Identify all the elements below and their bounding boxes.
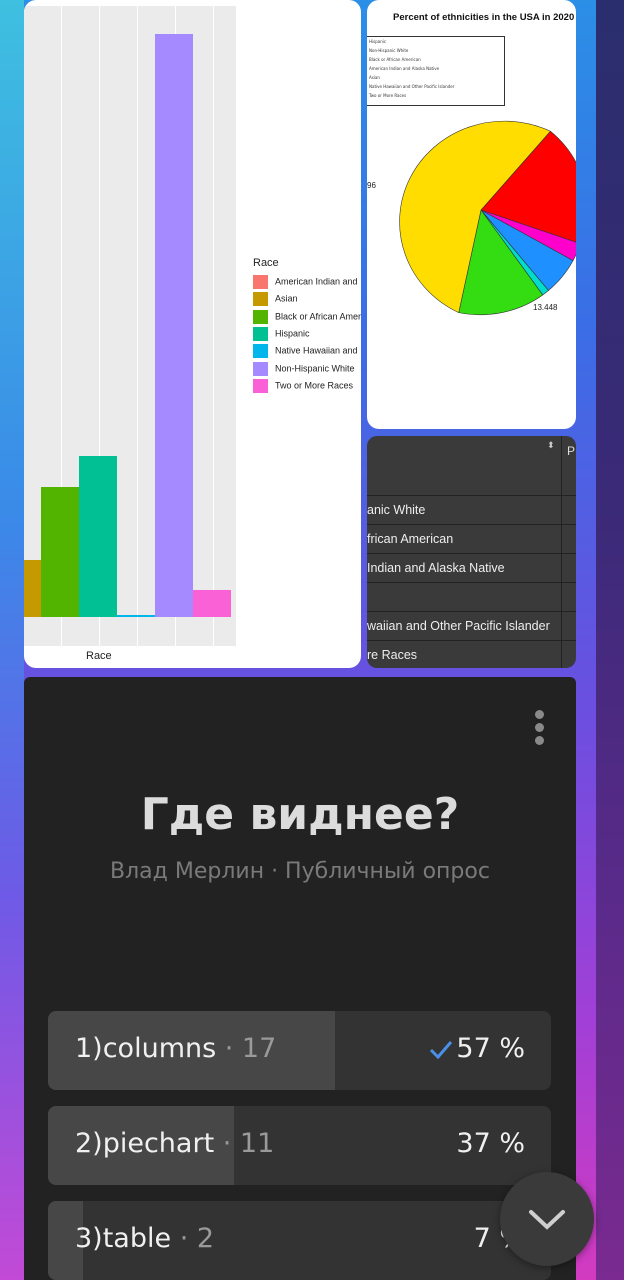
table-image[interactable]: ⬍ P anic White frican American Indian and… [367,436,576,668]
poll-title: Где виднее? [140,789,460,840]
sort-icon: ⬍ [547,441,555,451]
table-row [367,583,576,612]
table-row: Indian and Alaska Native [367,554,576,583]
legend-swatch [253,275,268,289]
legend-item: Non-Hispanic White [253,361,355,376]
legend-item: Black or African Amer [253,309,361,324]
poll-option-label: 3)table [75,1223,172,1254]
checkmark-icon [429,1041,453,1060]
legend-item: American Indian and [253,275,358,289]
bar [41,487,79,617]
legend-label: Native Hawaiian and [275,345,358,356]
legend-item: Asian [253,292,298,307]
legend-swatch [253,326,268,341]
pie-chart-image[interactable]: Percent of ethnicities in the USA in 202… [367,0,576,429]
chevron-down-icon [529,1210,565,1230]
table-header-extra: P [567,444,576,458]
scroll-down-button[interactable] [500,1172,594,1266]
poll-option-percent: 37 % [456,1128,525,1159]
poll-option-1[interactable]: 1)columns · 17 57 % [48,1011,551,1090]
poll-option-count: · 2 [179,1223,215,1254]
more-options-icon[interactable] [533,710,545,748]
bar [117,615,155,617]
legend-label: Asian [275,293,298,304]
grid-line [137,6,138,646]
legend-swatch [253,361,268,376]
pie-svg [399,120,576,316]
poll-option-2[interactable]: 2)piechart · 11 37 % [48,1106,551,1185]
wallpaper-left [0,0,24,1280]
bar [24,559,41,617]
wallpaper-right [596,0,624,1280]
legend-label: Hispanic [275,328,310,339]
legend-title: Race [253,257,279,269]
table-row: re Races [367,641,576,668]
poll-option-percent: 57 % [456,1033,525,1064]
pie-label-bottom: 13.448 [533,303,558,312]
pie-label-left: 96 [367,181,376,190]
legend-item: Hispanic [253,326,310,341]
poll-card: Где виднее? Влад Мерлин · Публичный опро… [24,677,576,1280]
legend-item: Native Hawaiian and [253,344,358,359]
x-axis-label: Race [86,650,112,662]
table-row [367,467,576,496]
table-row: waiian and Other Pacific Islander [367,612,576,641]
legend-swatch [253,378,268,393]
bar [155,34,193,617]
table-row: frican American [367,525,576,554]
bar [193,589,231,617]
bar-chart-image[interactable]: Race American Indian and Asian Black or Af… [24,0,361,668]
legend-swatch [253,292,268,307]
poll-option-count: · 11 [222,1128,275,1159]
poll-option-label: 1)columns [75,1033,217,1064]
poll-subtitle: Влад Мерлин · Публичный опрос [110,859,490,884]
poll-option-3[interactable]: 3)table · 2 7 % [48,1201,551,1280]
bar [79,455,117,617]
poll-option-count: · 17 [224,1033,277,1064]
poll-option-label: 2)piechart [75,1128,215,1159]
legend-label: Two or More Races [275,380,354,391]
legend-swatch [253,309,268,324]
table-row: anic White [367,496,576,525]
legend-label: American Indian and [275,276,358,287]
legend-swatch [253,344,268,359]
legend-label: Black or African Amer [275,310,361,321]
grid-line [213,6,214,646]
legend-label: Non-Hispanic White [275,362,355,373]
legend-item: Two or More Races [253,378,354,393]
